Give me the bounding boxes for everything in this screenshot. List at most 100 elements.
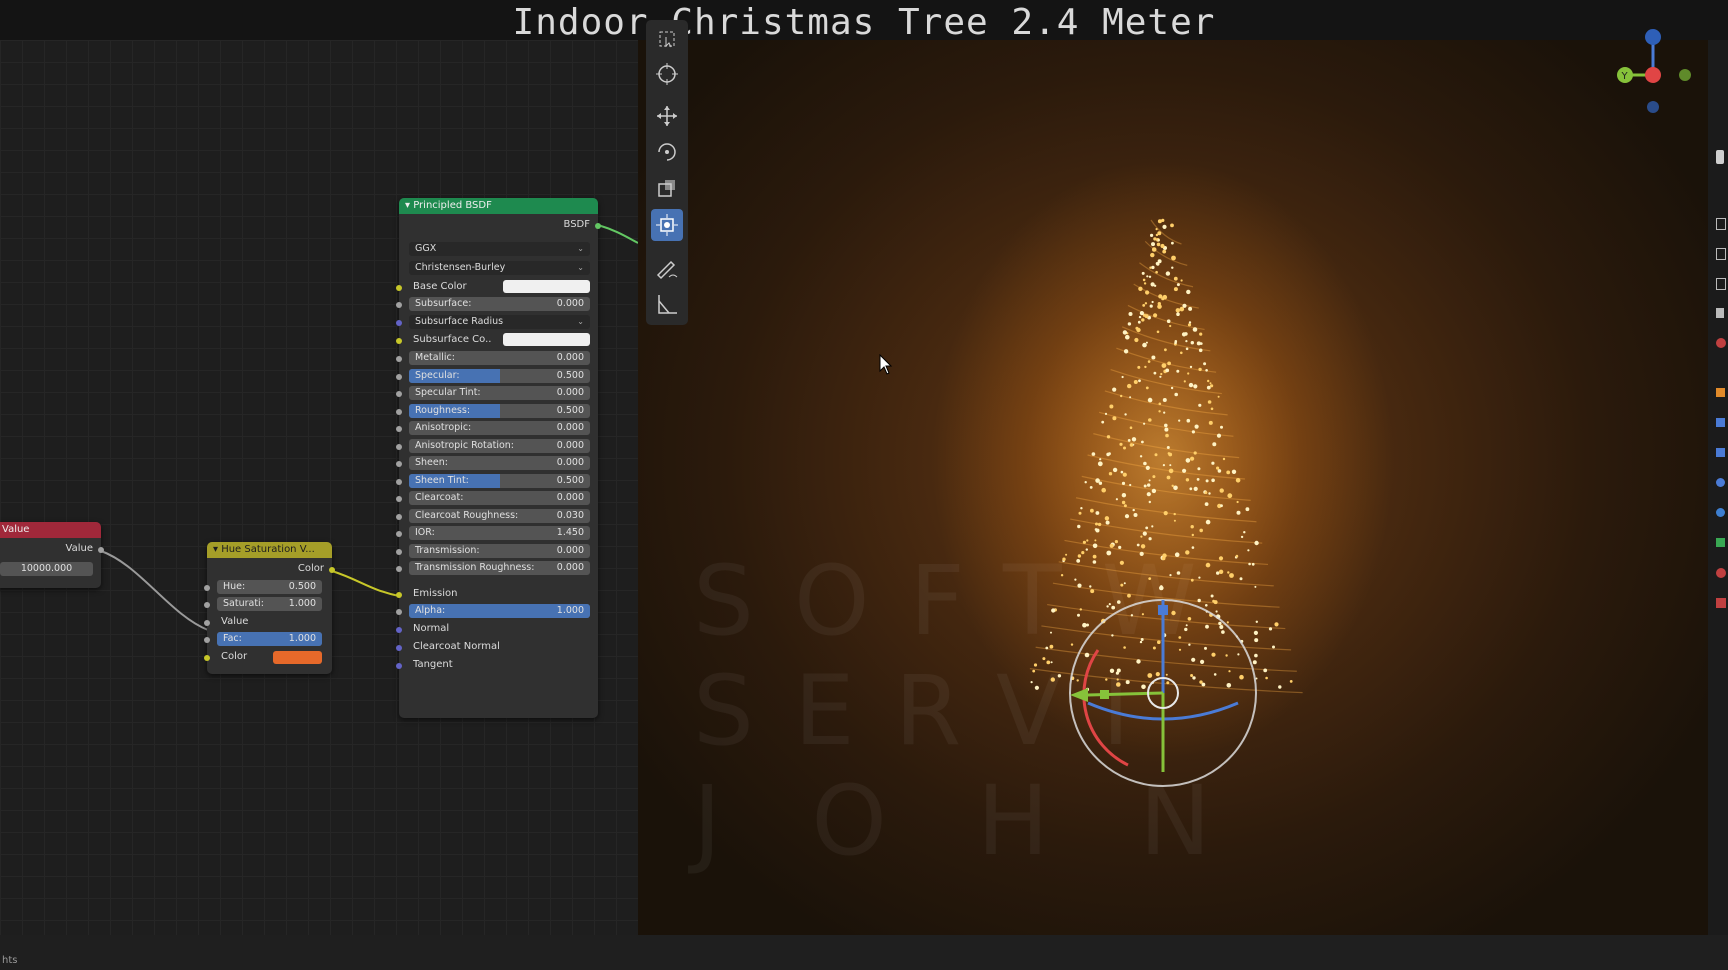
scale-tool[interactable] xyxy=(651,172,683,204)
param-field[interactable]: Clearcoat: 0.000 xyxy=(409,491,590,505)
subsurface-color-socket[interactable] xyxy=(396,338,402,344)
world-properties-icon[interactable] xyxy=(1716,338,1726,348)
output-properties-icon[interactable] xyxy=(1716,248,1726,260)
hue-node-title: Hue Saturation V... xyxy=(221,544,315,555)
param-socket[interactable] xyxy=(396,548,402,555)
value-node-header[interactable]: Value xyxy=(0,522,101,538)
tangent-socket[interactable] xyxy=(396,663,402,669)
param-field[interactable]: Sheen: 0.000 xyxy=(409,456,590,470)
hue-node-header[interactable]: ▾ Hue Saturation V... xyxy=(207,542,332,558)
subsurface-method-dropdown[interactable]: Christensen-Burley ⌄ xyxy=(409,261,590,275)
subsurface-color-swatch[interactable] xyxy=(503,333,590,346)
param-field[interactable]: Transmission: 0.000 xyxy=(409,543,590,558)
gizmo-z-handle[interactable] xyxy=(1158,605,1168,615)
param-socket[interactable] xyxy=(396,531,402,537)
nav-x-axis-icon[interactable] xyxy=(1645,67,1661,83)
data-properties-icon[interactable] xyxy=(1716,538,1725,547)
hue-input-socket[interactable] xyxy=(204,585,210,591)
nav-neg-z-axis-icon[interactable] xyxy=(1647,101,1659,113)
param-socket[interactable] xyxy=(396,408,402,415)
texture-properties-icon[interactable] xyxy=(1716,598,1726,608)
gizmo-plane-handle[interactable] xyxy=(1100,690,1109,699)
chevron-down-icon[interactable]: ▾ xyxy=(405,200,413,211)
material-properties-icon[interactable] xyxy=(1716,568,1726,578)
value-input-socket[interactable] xyxy=(204,620,210,626)
param-socket[interactable] xyxy=(396,373,402,380)
param-field[interactable]: Specular Tint: 0.000 xyxy=(409,386,590,400)
cursor-tool[interactable] xyxy=(651,58,683,90)
transform-gizmo[interactable] xyxy=(1058,560,1278,820)
light-bulb xyxy=(1165,271,1171,276)
object-properties-icon[interactable] xyxy=(1716,388,1725,397)
gizmo-y-arrow[interactable] xyxy=(1070,688,1088,702)
base-color-socket[interactable] xyxy=(396,285,402,291)
subsurface-radius-socket[interactable] xyxy=(396,320,402,326)
param-socket[interactable] xyxy=(396,478,402,485)
bsdf-output-socket[interactable] xyxy=(595,223,601,229)
saturation-input-socket[interactable] xyxy=(204,602,210,608)
param-field[interactable]: Anisotropic Rotation: 0.000 xyxy=(409,438,590,453)
hue-color-swatch[interactable] xyxy=(273,651,322,664)
subsurface-field[interactable]: Subsurface: 0.000 xyxy=(409,297,590,311)
value-node[interactable]: Value Value 10000.000 xyxy=(0,522,104,588)
hue-saturation-node[interactable]: ▾ Hue Saturation V... Color Hue: 0.500 S… xyxy=(204,542,335,674)
node-editor[interactable]: Value Value 10000.000 ▾ Hue Saturation V… xyxy=(0,40,638,935)
emission-socket[interactable] xyxy=(396,592,402,598)
nav-neg-y-axis-icon[interactable] xyxy=(1679,69,1691,81)
param-field[interactable]: IOR: 1.450 xyxy=(409,526,590,540)
chevron-down-icon[interactable]: ▾ xyxy=(213,544,221,555)
bsdf-node-header[interactable]: ▾ Principled BSDF xyxy=(399,198,598,214)
param-field[interactable]: Transmission Roughness: 0.000 xyxy=(409,561,590,575)
param-socket[interactable] xyxy=(396,426,402,432)
fac-input-socket[interactable] xyxy=(204,637,210,643)
gizmo-y-horizontal[interactable] xyxy=(1087,691,1164,697)
param-socket[interactable] xyxy=(396,391,402,397)
value-output-socket[interactable] xyxy=(98,547,104,553)
param-socket[interactable] xyxy=(396,443,402,450)
hue-output-socket[interactable] xyxy=(329,567,335,573)
modifier-properties-icon[interactable] xyxy=(1716,418,1725,427)
param-field[interactable]: Roughness: 0.500 xyxy=(409,403,590,418)
param-socket[interactable] xyxy=(396,461,402,467)
param-socket[interactable] xyxy=(396,513,402,520)
3d-viewport[interactable]: SOFTW SERVI JOHN Y xyxy=(638,29,1708,935)
param-socket[interactable] xyxy=(396,566,402,572)
param-field[interactable]: Metallic: 0.000 xyxy=(409,351,590,365)
tool-properties-icon[interactable] xyxy=(1716,150,1724,164)
scene-properties-icon[interactable] xyxy=(1716,308,1724,318)
color-input-socket[interactable] xyxy=(204,655,210,661)
normal-socket[interactable] xyxy=(396,627,402,633)
param-field[interactable]: Anisotropic: 0.000 xyxy=(409,421,590,435)
value-field[interactable]: 10000.000 xyxy=(0,562,93,576)
particle-properties-icon[interactable] xyxy=(1716,448,1725,457)
move-tool[interactable] xyxy=(651,100,683,132)
fac-field[interactable]: Fac: 1.000 xyxy=(217,632,322,646)
gizmo-x-rotation[interactable] xyxy=(1082,649,1129,767)
view-layer-properties-icon[interactable] xyxy=(1716,278,1726,290)
param-socket[interactable] xyxy=(396,356,402,362)
measure-tool[interactable] xyxy=(651,288,683,320)
principled-bsdf-node[interactable]: ▾ Principled BSDF BSDF GGX ⌄ Christensen… xyxy=(396,198,601,718)
annotate-tool[interactable] xyxy=(651,253,683,285)
param-field[interactable]: Specular: 0.500 xyxy=(409,368,590,383)
rotate-tool[interactable] xyxy=(651,136,683,168)
alpha-socket[interactable] xyxy=(396,609,402,615)
transform-tool[interactable] xyxy=(651,209,683,241)
hue-field[interactable]: Hue: 0.500 xyxy=(217,580,322,594)
properties-sidebar-strip[interactable] xyxy=(1708,40,1728,935)
constraint-properties-icon[interactable] xyxy=(1716,508,1725,517)
distribution-dropdown[interactable]: GGX ⌄ xyxy=(409,242,590,256)
clearcoat-normal-socket[interactable] xyxy=(396,645,402,651)
subsurface-socket[interactable] xyxy=(396,302,402,308)
alpha-field[interactable]: Alpha: 1.000 xyxy=(409,604,590,618)
physics-properties-icon[interactable] xyxy=(1716,478,1725,487)
param-field[interactable]: Sheen Tint: 0.500 xyxy=(409,473,590,488)
light-bulb xyxy=(1222,457,1226,461)
saturation-field[interactable]: Saturati: 1.000 xyxy=(217,597,322,611)
subsurface-radius-dropdown[interactable]: Subsurface Radius ⌄ xyxy=(409,315,590,329)
param-socket[interactable] xyxy=(396,496,402,502)
base-color-swatch[interactable] xyxy=(503,280,590,293)
render-properties-icon[interactable] xyxy=(1716,218,1726,230)
select-box-tool[interactable] xyxy=(651,23,683,55)
param-field[interactable]: Clearcoat Roughness: 0.030 xyxy=(409,508,590,523)
